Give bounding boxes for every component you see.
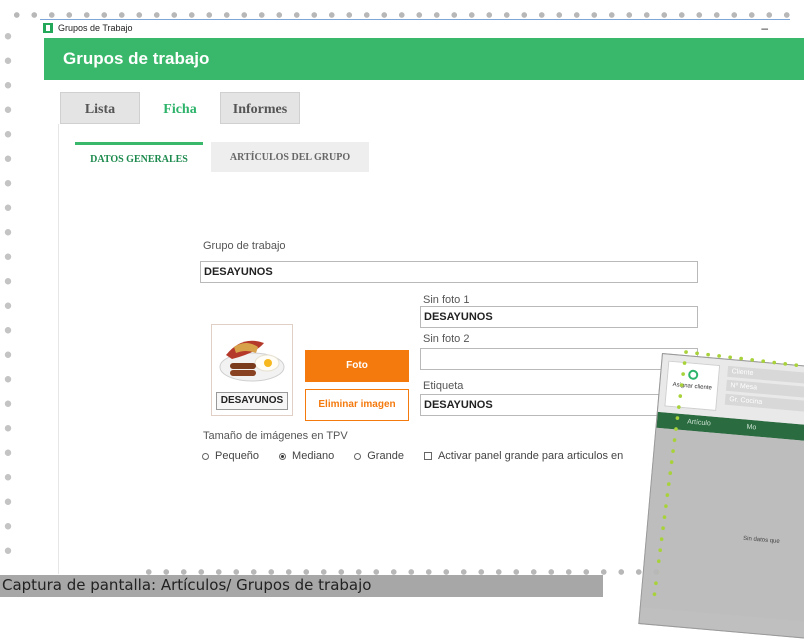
sin-foto1-label: Sin foto 1: [423, 294, 470, 306]
foto-button[interactable]: Foto: [305, 350, 409, 382]
etiqueta-label: Etiqueta: [423, 380, 464, 392]
caption-text: Captura de pantalla: Artículos/ Grupos d…: [2, 576, 372, 594]
image-size-options: Pequeño Mediano Grande Activar panel gra…: [202, 450, 643, 462]
eliminar-imagen-button[interactable]: Eliminar imagen: [305, 389, 409, 421]
radio-label: Grande: [367, 450, 404, 462]
radio-selected-icon: [279, 452, 287, 460]
tab-informes[interactable]: Informes: [220, 92, 300, 124]
window-title: Grupos de Trabajo: [58, 23, 133, 33]
sub-tabs: DATOS GENERALES ARTÍCULOS DEL GRUPO: [75, 142, 369, 175]
main-tabs: Lista Ficha Informes: [60, 92, 300, 124]
subtab-datos-generales[interactable]: DATOS GENERALES: [75, 142, 203, 175]
tamano-label: Tamaño de imágenes en TPV: [203, 430, 348, 442]
sin-foto2-label: Sin foto 2: [423, 333, 470, 345]
radio-label: Pequeño: [215, 450, 260, 462]
photo-caption: DESAYUNOS: [216, 392, 288, 410]
tab-lista[interactable]: Lista: [60, 92, 140, 124]
panel-grande-checkbox[interactable]: Activar panel grande para articulos en: [423, 450, 624, 462]
radio-pequeno[interactable]: Pequeño: [202, 450, 259, 462]
grupo-label: Grupo de trabajo: [203, 240, 286, 252]
breakfast-image: [219, 340, 285, 382]
radio-grande[interactable]: Grande: [354, 450, 404, 462]
tab-ficha[interactable]: Ficha: [140, 92, 220, 124]
minimize-button[interactable]: –: [761, 21, 768, 35]
sin-foto1-input[interactable]: DESAYUNOS: [420, 306, 698, 328]
radio-mediano[interactable]: Mediano: [279, 450, 334, 462]
checkbox-label: Activar panel grande para articulos en: [437, 450, 624, 462]
decorative-dots-top: [8, 12, 798, 18]
app-icon: [43, 23, 53, 33]
checkbox-icon: [423, 452, 432, 460]
overlay-dotted-border: [652, 350, 804, 600]
page-header: Grupos de trabajo: [44, 38, 804, 80]
radio-icon: [354, 452, 362, 460]
decorative-dots-left: [2, 24, 14, 564]
radio-icon: [202, 452, 209, 460]
title-bar: Grupos de Trabajo –: [40, 20, 804, 36]
radio-label: Mediano: [292, 450, 335, 462]
subtab-articulos-grupo[interactable]: ARTÍCULOS DEL GRUPO: [211, 142, 369, 172]
grupo-input[interactable]: DESAYUNOS: [200, 261, 698, 283]
